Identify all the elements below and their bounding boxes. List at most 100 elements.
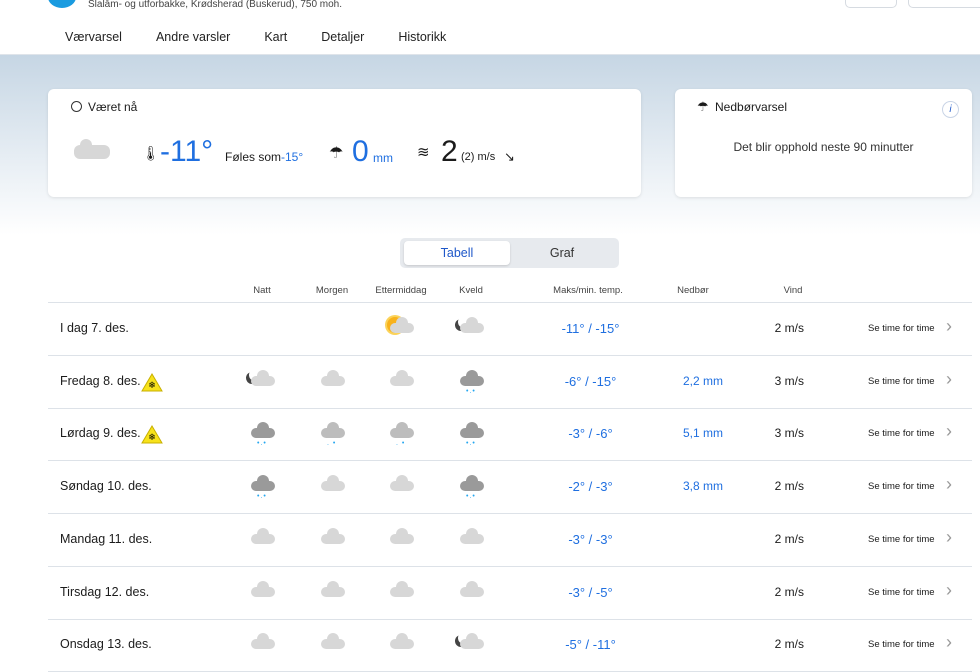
table-row[interactable]: Onsdag 13. des. -5° / -11° 2 m/s Se time fo… <box>48 619 972 672</box>
snow-icon: •.• <box>247 420 277 447</box>
cloudy-icon <box>317 368 347 394</box>
info-icon[interactable]: i <box>942 101 959 118</box>
chevron-right-icon[interactable]: › <box>946 369 952 390</box>
tab-bar: Værvarsel Andre varsler Kart Detaljer Hi… <box>48 28 463 58</box>
column-temp: Maks/min. temp. <box>553 285 623 296</box>
precipitation-unit: mm <box>373 151 393 165</box>
wind-speed: 3 m/s <box>774 426 804 441</box>
header: Slalåm- og utforbakke, Krødsherad (Buske… <box>0 0 980 58</box>
cloudy-icon <box>386 579 416 605</box>
chevron-right-icon[interactable]: › <box>946 527 952 548</box>
cloudy-icon <box>456 579 486 605</box>
partly-sunny-icon <box>386 315 416 341</box>
svg-text:❄: ❄ <box>148 432 156 442</box>
hourly-link[interactable]: Se time for time <box>868 534 935 545</box>
tab-map[interactable]: Kart <box>247 28 304 58</box>
snow-warning-icon[interactable]: ❄ <box>141 425 163 444</box>
chevron-right-icon[interactable]: › <box>946 421 952 442</box>
temperature: -11° <box>160 135 214 168</box>
cloudy-icon <box>386 473 416 499</box>
cloudy-icon <box>317 526 347 552</box>
header-button[interactable] <box>908 0 980 8</box>
tab-details[interactable]: Detaljer <box>304 28 381 58</box>
precipitation-forecast-title: Nedbørvarsel <box>715 100 788 114</box>
snow-warning-icon[interactable]: ❄ <box>141 372 163 392</box>
view-toggle: Tabell Graf <box>400 238 619 268</box>
column-afternoon: Ettermiddag <box>375 285 427 296</box>
tab-forecast[interactable]: Værvarsel <box>48 28 139 58</box>
precipitation-amount: 5,1 mm <box>682 426 723 441</box>
svg-text:❄: ❄ <box>148 380 156 390</box>
header-button[interactable] <box>845 0 897 8</box>
current-weather-card: Været nå 🌡 -11° Føles som -15° ☂ 0 mm ≋ … <box>48 89 641 197</box>
chevron-right-icon[interactable]: › <box>946 316 952 337</box>
cloudy-icon <box>386 526 416 552</box>
hourly-link[interactable]: Se time for time <box>868 323 935 334</box>
hourly-link[interactable]: Se time for time <box>868 428 935 439</box>
temperature-range: -11° / -15° <box>561 321 620 336</box>
temperature-range: -3° / -3° <box>568 531 613 547</box>
table-toggle[interactable]: Tabell <box>404 241 510 265</box>
day-label: Lørdag 9. des. <box>60 426 141 441</box>
precipitation-amount: 2,2 mm <box>682 373 723 388</box>
night-cloudy-icon <box>247 368 277 394</box>
thermometer-icon: 🌡 <box>142 145 160 161</box>
day-label: Tirsdag 12. des. <box>60 584 150 599</box>
day-label: Fredag 8. des. <box>60 373 141 388</box>
day-label: Mandag 11. des. <box>60 531 153 546</box>
hourly-link[interactable]: Se time for time <box>868 587 935 598</box>
hourly-link[interactable]: Se time for time <box>868 376 935 387</box>
location-subtitle: Slalåm- og utforbakke, Krødsherad (Buske… <box>88 0 343 10</box>
day-label: I dag 7. des. <box>60 321 129 335</box>
wind-speed: 2 m/s <box>774 479 804 494</box>
cloudy-icon <box>317 473 347 499</box>
wind-speed: 2 m/s <box>774 321 804 335</box>
table-row[interactable]: Fredag 8. des. ❄ •.• -6° / -15° 2,2 mm 3 m/s S… <box>48 356 972 409</box>
precipitation-forecast-card: ☂ Nedbørvarsel i Det blir opphold neste … <box>675 89 972 197</box>
wind-speed: 2 m/s <box>774 637 804 652</box>
tab-other-forecasts[interactable]: Andre varsler <box>139 28 247 58</box>
wind-direction-icon: ↘ <box>504 149 515 164</box>
umbrella-icon: ☂ <box>697 99 709 114</box>
column-evening: Kveld <box>459 285 483 296</box>
table-row[interactable]: Mandag 11. des. -3° / -3° 2 m/s Se time for… <box>48 514 972 567</box>
wind-speed: 2 m/s <box>774 531 804 546</box>
feels-like-label: Føles som <box>225 150 282 164</box>
feels-like-value: -15° <box>281 150 304 164</box>
table-row[interactable]: Lørdag 9. des. ❄ •.• . • . • •.• -3° / -6° 5,1 … <box>48 408 972 462</box>
cloud-icon <box>74 135 112 161</box>
column-precip: Nedbør <box>677 285 709 296</box>
chevron-right-icon[interactable]: › <box>946 632 952 653</box>
graph-toggle[interactable]: Graf <box>509 241 615 265</box>
cloudy-icon <box>386 368 416 394</box>
snow-icon: •.• <box>456 420 486 447</box>
hourly-link[interactable]: Se time for time <box>868 481 935 492</box>
precipitation-amount: 3,8 mm <box>682 479 723 494</box>
chevron-right-icon[interactable]: › <box>946 474 952 495</box>
cloudy-icon <box>317 579 347 605</box>
table-row[interactable]: I dag 7. des. -11° / -15° 2 m/s Se time for… <box>48 303 972 356</box>
day-label: Søndag 10. des. <box>60 479 152 494</box>
clock-icon <box>71 101 82 112</box>
yr-logo[interactable] <box>48 0 76 8</box>
cloudy-icon <box>247 631 277 657</box>
night-cloudy-icon <box>456 315 486 341</box>
wind-icon: ≋ <box>417 144 430 161</box>
cloudy-icon <box>247 579 277 605</box>
precipitation-value: 0 <box>352 135 369 168</box>
snow-icon: •.• <box>456 368 486 395</box>
cloudy-icon <box>386 631 416 657</box>
light-snow-icon: . • <box>317 420 347 447</box>
light-snow-icon: . • <box>386 420 416 447</box>
table-row[interactable]: Søndag 10. des. •.• •.• -2° / -3° 3,8 mm 2 m/… <box>48 461 972 515</box>
day-label: Onsdag 13. des. <box>60 637 152 652</box>
cloudy-icon <box>456 526 486 552</box>
temperature-range: -6° / -15° <box>564 373 617 389</box>
current-weather-title: Været nå <box>88 100 138 114</box>
wind-gust: (2) m/s <box>461 151 496 163</box>
wind-speed: 3 m/s <box>774 373 804 388</box>
table-row[interactable]: Tirsdag 12. des. -3° / -5° 2 m/s Se time fo… <box>48 567 972 620</box>
chevron-right-icon[interactable]: › <box>946 580 952 601</box>
hourly-link[interactable]: Se time for time <box>868 639 935 650</box>
tab-history[interactable]: Historikk <box>381 28 463 58</box>
